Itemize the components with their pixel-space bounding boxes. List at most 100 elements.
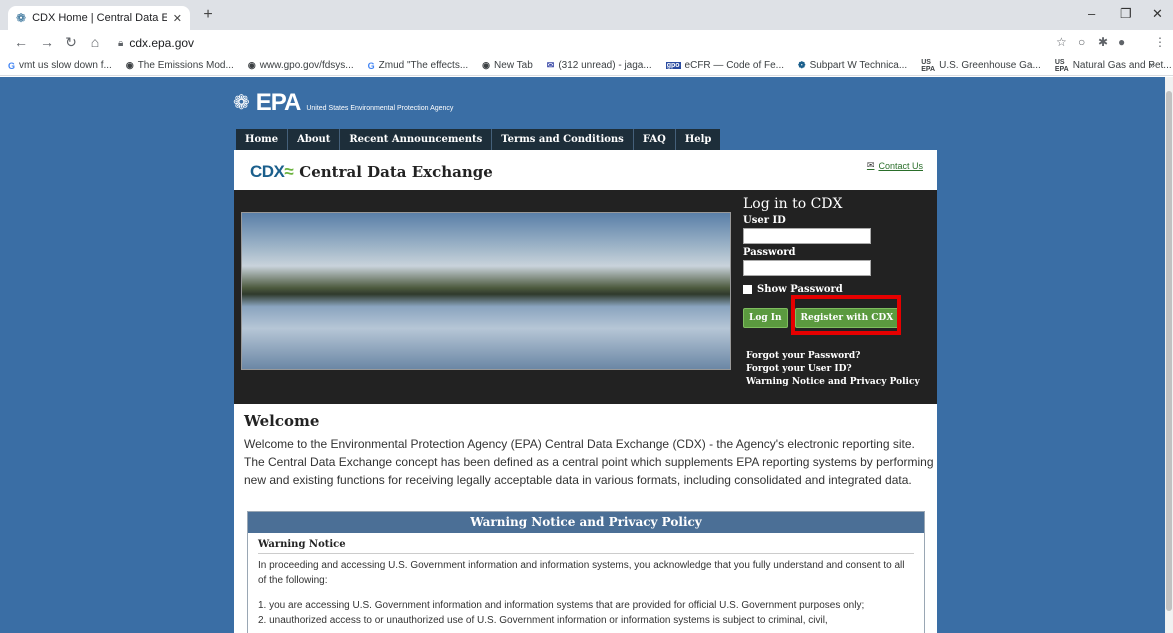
bookmark-label: New Tab [494, 60, 533, 71]
restore-icon[interactable]: ❐ [1120, 6, 1132, 22]
checkbox-box[interactable] [743, 285, 752, 294]
highlight-annotation [791, 295, 901, 335]
password-input[interactable] [743, 260, 871, 276]
back-icon[interactable]: ← [12, 34, 30, 50]
extension-circle-icon[interactable]: ○ [1078, 35, 1085, 49]
warning-notice-box: Warning Notice and Privacy Policy Warnin… [247, 511, 925, 633]
gpo-icon: gpo [665, 62, 681, 69]
bookmark-item[interactable]: ◉ www.gpo.gov/fdsys... [248, 60, 354, 71]
warning-item: 1. you are accessing U.S. Government inf… [258, 600, 865, 611]
main-nav: Home About Recent Announcements Terms an… [236, 129, 721, 150]
welcome-section: Welcome Welcome to the Environmental Pro… [244, 412, 934, 489]
bookmark-item[interactable]: Gvmt us slow down f... [8, 60, 112, 71]
warning-intro: In proceeding and accessing U.S. Governm… [258, 560, 905, 586]
new-tab-icon[interactable]: + [198, 6, 218, 24]
nav-about[interactable]: About [288, 129, 341, 150]
nav-terms-and-conditions[interactable]: Terms and Conditions [492, 129, 634, 150]
login-form: Log in to CDX User ID Password Show Pass… [743, 196, 933, 295]
home-icon[interactable]: ⌂ [86, 34, 104, 50]
browser-tab[interactable]: ❁ CDX Home | Central Data Exchan ✕ [8, 6, 190, 30]
warning-item: 2. unauthorized access to or unauthorize… [258, 615, 828, 626]
lake-photo [241, 212, 731, 370]
page-viewport: ❁ EPA United States Environmental Protec… [0, 77, 1165, 633]
contact-us-link[interactable]: ✉ Contact Us [867, 160, 923, 171]
epa-flower-icon: ❁ [233, 92, 250, 114]
agency-name: United States Environmental Protection A… [306, 105, 454, 112]
nav-help[interactable]: Help [676, 129, 721, 150]
mail-icon: ✉ [546, 60, 555, 70]
bookmark-label: (312 unread) - jaga... [558, 60, 652, 71]
bookmarks-overflow-icon[interactable]: » [1149, 60, 1155, 71]
bookmark-label: www.gpo.gov/fdsys... [259, 60, 354, 71]
nav-recent-announcements[interactable]: Recent Announcements [340, 129, 493, 150]
tab-title: CDX Home | Central Data Exchan [32, 12, 167, 24]
cdx-logo-text: CDX [250, 162, 285, 181]
bookmark-label: Subpart W Technica... [809, 60, 908, 71]
reload-icon[interactable]: ↻ [62, 34, 80, 51]
puzzle-icon[interactable]: ✱ [1098, 35, 1108, 49]
globe-icon: ◉ [247, 60, 256, 70]
bookmark-label: vmt us slow down f... [19, 60, 112, 71]
avatar[interactable]: ● [1118, 35, 1125, 49]
bookmark-item[interactable]: G Zmud "The effects... [368, 60, 469, 71]
contact-us-label: Contact Us [878, 160, 923, 171]
page-title: Central Data Exchange [299, 163, 493, 181]
epa-favicon-icon: ❁ [16, 11, 27, 25]
login-title: Log in to CDX [743, 196, 843, 212]
epa-wordmark: EPA [255, 89, 302, 116]
scrollbar-thumb[interactable] [1166, 91, 1172, 611]
password-label: Password [743, 247, 796, 258]
cdx-header: CDX≈ Central Data Exchange [250, 162, 493, 182]
us-epa-icon: US EPA [1054, 58, 1069, 73]
browser-tab-bar: ❁ CDX Home | Central Data Exchan ✕ + – ❐… [0, 0, 1173, 30]
close-window-icon[interactable]: ✕ [1152, 6, 1163, 22]
close-tab-icon[interactable]: ✕ [173, 12, 182, 25]
warning-privacy-link[interactable]: Warning Notice and Privacy Policy [746, 376, 920, 389]
warning-body: Warning Notice In proceeding and accessi… [248, 533, 924, 633]
welcome-text: Welcome to the Environmental Protection … [244, 437, 934, 487]
bookmarks-bar: Gvmt us slow down f... ◉ The Emissions Mo… [0, 56, 1173, 76]
forgot-user-id-link[interactable]: Forgot your User ID? [746, 363, 920, 376]
forgot-password-link[interactable]: Forgot your Password? [746, 350, 920, 363]
nav-home[interactable]: Home [236, 129, 289, 150]
content-panel: CDX≈ Central Data Exchange ✉ Contact Us … [234, 150, 937, 633]
envelope-icon: ✉ [866, 160, 875, 170]
welcome-heading: Welcome [244, 412, 320, 430]
globe-icon: ◉ [125, 60, 134, 70]
show-password-checkbox[interactable]: Show Password [743, 284, 933, 295]
globe-icon: ◉ [482, 60, 491, 70]
menu-kebab-icon[interactable]: ⋮ [1154, 35, 1166, 49]
address-bar-row: ← → ↻ ⌂ 🔒︎ cdx.epa.gov ☆ ○ ✱ ● ⋮ [0, 30, 1173, 56]
warning-subheading: Warning Notice [258, 539, 914, 554]
cdx-logo: CDX≈ [250, 162, 294, 182]
bookmark-item[interactable]: gpo eCFR — Code of Fe... [665, 60, 785, 71]
star-icon[interactable]: ☆ [1056, 35, 1067, 49]
forward-icon[interactable]: → [38, 34, 56, 50]
minimize-icon[interactable]: – [1088, 6, 1095, 21]
omnibox[interactable]: 🔒︎ cdx.epa.gov [112, 33, 1152, 53]
warning-header: Warning Notice and Privacy Policy [248, 512, 924, 533]
bookmark-label: U.S. Greenhouse Ga... [939, 60, 1041, 71]
bookmark-label: Zmud "The effects... [378, 60, 469, 71]
bookmark-item[interactable]: US EPA U.S. Greenhouse Ga... [921, 59, 1041, 73]
epa-icon: ❁ [798, 60, 806, 70]
bookmark-item[interactable]: ✉ (312 unread) - jaga... [547, 60, 652, 71]
show-password-label: Show Password [757, 284, 843, 295]
url-text: cdx.epa.gov [129, 36, 195, 50]
google-icon: G [367, 60, 375, 71]
lock-icon: 🔒︎ [118, 37, 124, 49]
help-links: Forgot your Password? Forgot your User I… [746, 350, 920, 389]
page-scrollbar[interactable] [1165, 77, 1173, 633]
log-in-button[interactable]: Log In [743, 308, 788, 328]
bookmark-label: Natural Gas and Pet... [1072, 60, 1172, 71]
bookmark-item[interactable]: ◉ New Tab [482, 60, 533, 71]
bookmark-item[interactable]: ❁ Subpart W Technica... [798, 60, 907, 71]
login-hero: Log in to CDX User ID Password Show Pass… [234, 190, 937, 404]
bookmark-item[interactable]: ◉ The Emissions Mod... [126, 60, 234, 71]
nav-faq[interactable]: FAQ [634, 129, 676, 150]
bookmark-label: eCFR — Code of Fe... [684, 60, 785, 71]
user-id-label: User ID [743, 215, 786, 226]
us-epa-icon: US EPA [921, 58, 936, 73]
epa-logo[interactable]: ❁ EPA United States Environmental Protec… [233, 90, 453, 115]
user-id-input[interactable] [743, 228, 871, 244]
